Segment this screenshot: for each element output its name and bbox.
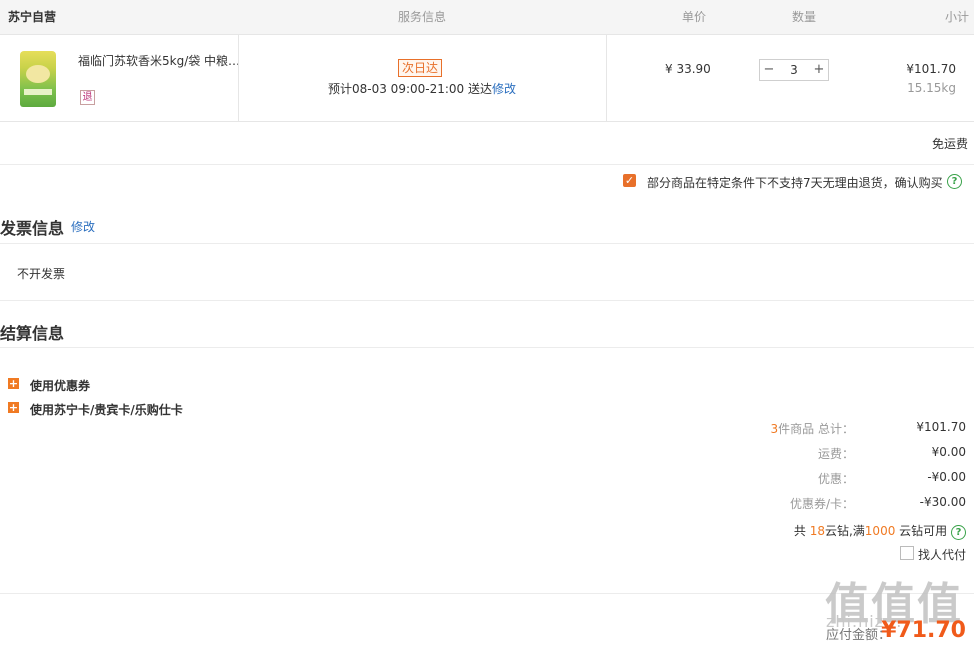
diamond-text: 共 (793, 524, 810, 538)
policy-text: 部分商品在特定条件下不支持7天无理由退货，确认购买 (647, 176, 943, 190)
freight-label: 运费： (817, 447, 854, 461)
divider (238, 35, 239, 121)
col-subtotal: 小计 (945, 10, 970, 24)
divider (0, 243, 974, 244)
divider (0, 300, 974, 301)
item-subtotal: ¥101.70 (906, 62, 956, 76)
policy-checkbox[interactable]: ✓ (623, 174, 636, 187)
product-image[interactable] (20, 51, 56, 107)
product-name[interactable]: 福临门苏软香米5kg/袋 中粮… (78, 52, 240, 69)
items-total-value: ¥101.70 (916, 420, 966, 434)
divider (0, 164, 974, 165)
free-shipping-label: 免运费 (931, 137, 968, 151)
use-card-toggle[interactable]: 使用苏宁卡/贵宾卡/乐购仕卡 (30, 401, 183, 418)
proxy-pay-label[interactable]: 找人代付 (918, 546, 966, 563)
delivery-modify-link[interactable]: 修改 (492, 80, 516, 97)
discount-label: 优惠： (817, 472, 854, 486)
voucher-value: -¥30.00 (919, 495, 966, 509)
increase-button[interactable]: + (810, 60, 828, 80)
help-icon[interactable]: ? (947, 174, 962, 189)
discount-value: -¥0.00 (927, 470, 966, 484)
invoice-modify-link[interactable]: 修改 (71, 218, 95, 235)
decrease-button[interactable]: − (760, 60, 778, 80)
quantity-value[interactable]: 3 (782, 60, 806, 80)
diamond-text: 云钻可用 (895, 524, 948, 538)
item-count-suffix: 件商品 总计： (778, 422, 854, 436)
invoice-title: 发票信息 (0, 219, 65, 238)
col-quantity: 数量 (792, 10, 817, 24)
delivery-time: 预计08-03 09:00-21:00 送达 (328, 82, 492, 96)
cart-item-row: 福临门苏软香米5kg/袋 中粮… 退 次日达 预计08-03 09:00-21:… (0, 35, 974, 122)
expand-plus-icon[interactable]: + (8, 402, 19, 413)
freight-value: ¥0.00 (931, 445, 966, 459)
store-name: 苏宁自营 (8, 10, 57, 24)
item-weight: 15.15kg (907, 81, 956, 95)
unit-price: ¥ 33.90 (665, 62, 711, 76)
expand-plus-icon[interactable]: + (8, 378, 19, 389)
items-total-label: 3件商品 总计： (771, 420, 854, 437)
diamond-threshold: 1000 (864, 524, 896, 538)
divider (0, 347, 974, 348)
use-coupon-toggle[interactable]: 使用优惠券 (30, 377, 90, 394)
diamond-count: 18 (809, 524, 825, 538)
voucher-label: 优惠券/卡： (789, 497, 854, 511)
col-unit-price: 单价 (682, 10, 707, 24)
cart-header: 苏宁自营 服务信息 单价 数量 小计 (0, 0, 974, 35)
payable-amount: ¥71.70 (881, 618, 966, 643)
next-day-badge: 次日达 (398, 59, 443, 77)
diamond-text: 云钻,满 (824, 524, 865, 538)
diamond-info: 共 18云钻,满1000 云钻可用 ? (794, 522, 966, 540)
invoice-value: 不开发票 (17, 267, 66, 281)
help-icon[interactable]: ? (951, 525, 966, 540)
divider (606, 35, 607, 121)
col-service: 服务信息 (398, 10, 447, 24)
return-badge: 退 (80, 90, 95, 105)
proxy-pay-checkbox[interactable] (900, 546, 914, 560)
settlement-title: 结算信息 (0, 324, 65, 343)
quantity-stepper: − 3 + (759, 59, 829, 81)
